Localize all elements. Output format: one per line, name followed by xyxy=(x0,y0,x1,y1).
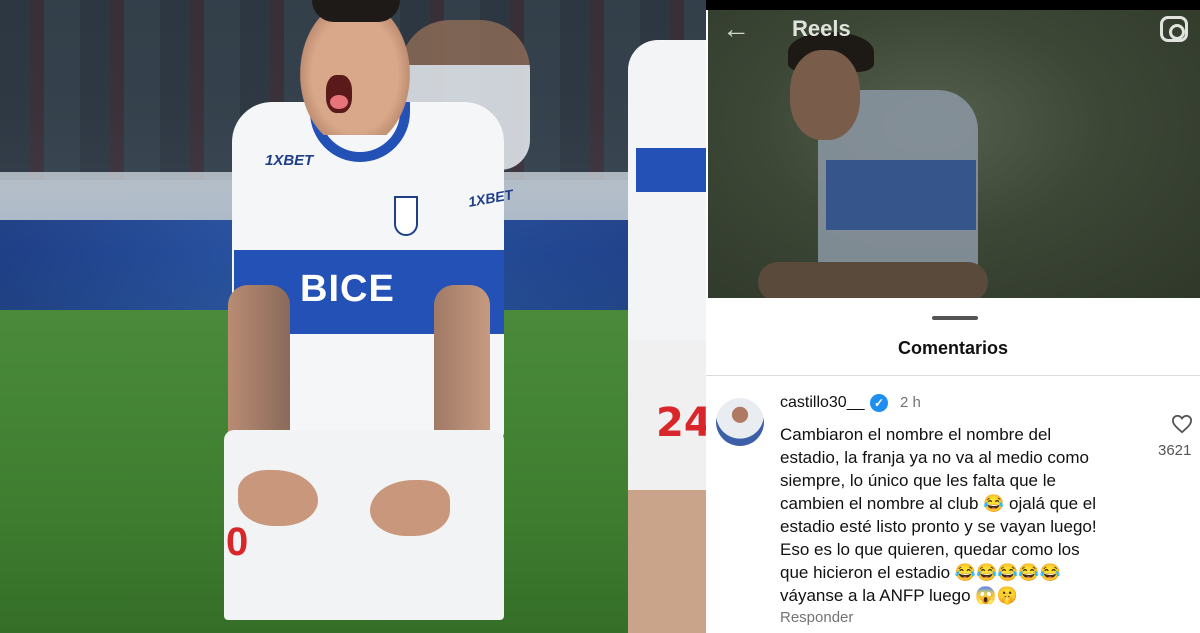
comment-username[interactable]: castillo30__ xyxy=(780,394,865,412)
reply-button[interactable]: Responder xyxy=(780,609,853,626)
comment-line: váyanse a la ANFP luego 😱🤫 xyxy=(780,586,1018,605)
avatar[interactable] xyxy=(716,398,764,446)
player-hair xyxy=(312,0,400,22)
comments-title: Comentarios xyxy=(897,338,1009,358)
player-photo: 24 BICE 1XBET 1XBET 0 xyxy=(0,0,706,633)
sheet-drag-handle[interactable] xyxy=(932,316,978,320)
comment-line: siempre, lo único que les falta que le xyxy=(780,471,1056,490)
comment-line: estadio esté listo pronto y se vayan lue… xyxy=(780,517,1097,536)
reel-player-arm xyxy=(758,262,988,298)
comment-line: que hicieron el estadio 😂😂😂😂😂 xyxy=(780,563,1061,582)
comment-line: cambien el nombre al club 😂 ojalá que el xyxy=(780,494,1097,513)
instagram-panel: ← Reels Comentarios castillo30__ ✓ 2 h C… xyxy=(706,0,1200,633)
shirt-sponsor: BICE xyxy=(300,268,395,310)
camera-icon[interactable] xyxy=(1160,16,1188,42)
shorts-number: 0 xyxy=(226,520,249,564)
divider xyxy=(706,375,1200,376)
arrow-left-icon[interactable]: ← xyxy=(722,14,756,44)
heart-icon[interactable] xyxy=(1171,414,1193,434)
reel-player-head xyxy=(790,50,860,140)
reels-title: Reels xyxy=(792,16,851,41)
comment-time: 2 h xyxy=(900,394,921,411)
right-hand xyxy=(370,480,450,536)
comment-line: Cambiaron el nombre el nombre del xyxy=(780,425,1052,444)
like-count: 3621 xyxy=(1158,442,1192,459)
comment-line: estadio, la franja ya no va al medio com… xyxy=(780,448,1090,467)
reel-video[interactable]: ← Reels xyxy=(708,10,1200,298)
player-tongue xyxy=(330,95,348,109)
teammate-stripe xyxy=(636,148,706,192)
teammate-number: 24 xyxy=(656,400,706,446)
verified-badge-icon: ✓ xyxy=(870,394,888,412)
comment-line: Eso es lo que quieren, quedar como los xyxy=(780,540,1080,559)
teammate-right xyxy=(628,40,706,633)
status-bar xyxy=(706,0,1200,10)
reel-player-stripe xyxy=(826,160,976,230)
comment-text: Cambiaron el nombre el nombre del estadi… xyxy=(780,423,1140,607)
club-crest xyxy=(394,196,418,236)
chest-logo: 1XBET xyxy=(265,152,314,169)
